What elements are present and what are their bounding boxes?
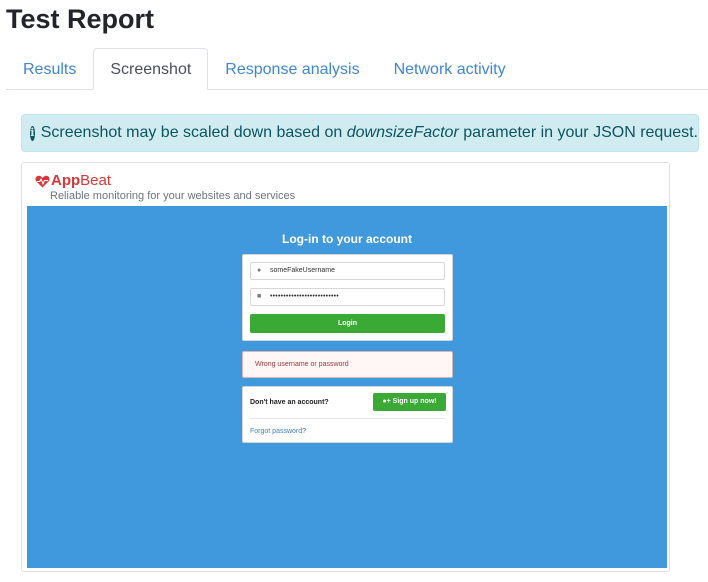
tab-response-analysis[interactable]: Response analysis	[208, 48, 376, 89]
divider	[250, 418, 445, 419]
info-icon: i	[30, 125, 35, 141]
tagline: Reliable monitoring for your websites an…	[50, 190, 296, 202]
tab-screenshot[interactable]: Screenshot	[93, 48, 209, 90]
login-heading: Log-in to your account	[282, 232, 412, 246]
tab-network-activity[interactable]: Network activity	[377, 48, 523, 89]
error-message: Wrong username or password	[242, 351, 453, 378]
screenshot-body: Log-in to your account ● someFakeUsernam…	[27, 206, 667, 568]
brand-beat: Beat	[80, 172, 112, 189]
tab-results[interactable]: Results	[6, 48, 93, 89]
password-value: ••••••••••••••••••••••••••	[270, 293, 339, 300]
screenshot-header: App Beat Reliable monitoring for your web…	[27, 168, 667, 206]
username-field[interactable]: ● someFakeUsername	[250, 262, 445, 280]
username-value: someFakeUsername	[270, 267, 335, 274]
lock-icon: ■	[257, 293, 262, 300]
page-title: Test Report	[6, 4, 155, 34]
signup-card: Don't have an account? ●+ Sign up now! F…	[242, 386, 453, 443]
alert-text-after: parameter in your JSON request.	[463, 124, 698, 141]
alert-emphasis: downsizeFactor	[346, 124, 459, 141]
screenshot-frame: App Beat Reliable monitoring for your web…	[21, 162, 670, 572]
info-alert: i Screenshot may be scaled down based on…	[21, 114, 699, 152]
add-user-icon: ●+	[382, 398, 391, 405]
signup-button-label: Sign up now!	[392, 398, 437, 405]
no-account-text: Don't have an account?	[250, 399, 329, 406]
heart-icon	[35, 175, 50, 188]
forgot-password-link[interactable]: Forgot password?	[250, 428, 306, 435]
brand-app: App	[51, 172, 81, 189]
signup-button[interactable]: ●+ Sign up now!	[373, 393, 446, 411]
tab-bar: Results Screenshot Response analysis Net…	[6, 48, 708, 90]
password-field[interactable]: ■ ••••••••••••••••••••••••••	[250, 288, 445, 306]
login-card: ● someFakeUsername ■ •••••••••••••••••••…	[242, 254, 453, 341]
alert-text-before: Screenshot may be scaled down based on	[40, 124, 343, 141]
login-button[interactable]: Login	[250, 314, 445, 333]
brand-logo: App Beat	[35, 172, 111, 190]
user-icon: ●	[257, 267, 262, 274]
